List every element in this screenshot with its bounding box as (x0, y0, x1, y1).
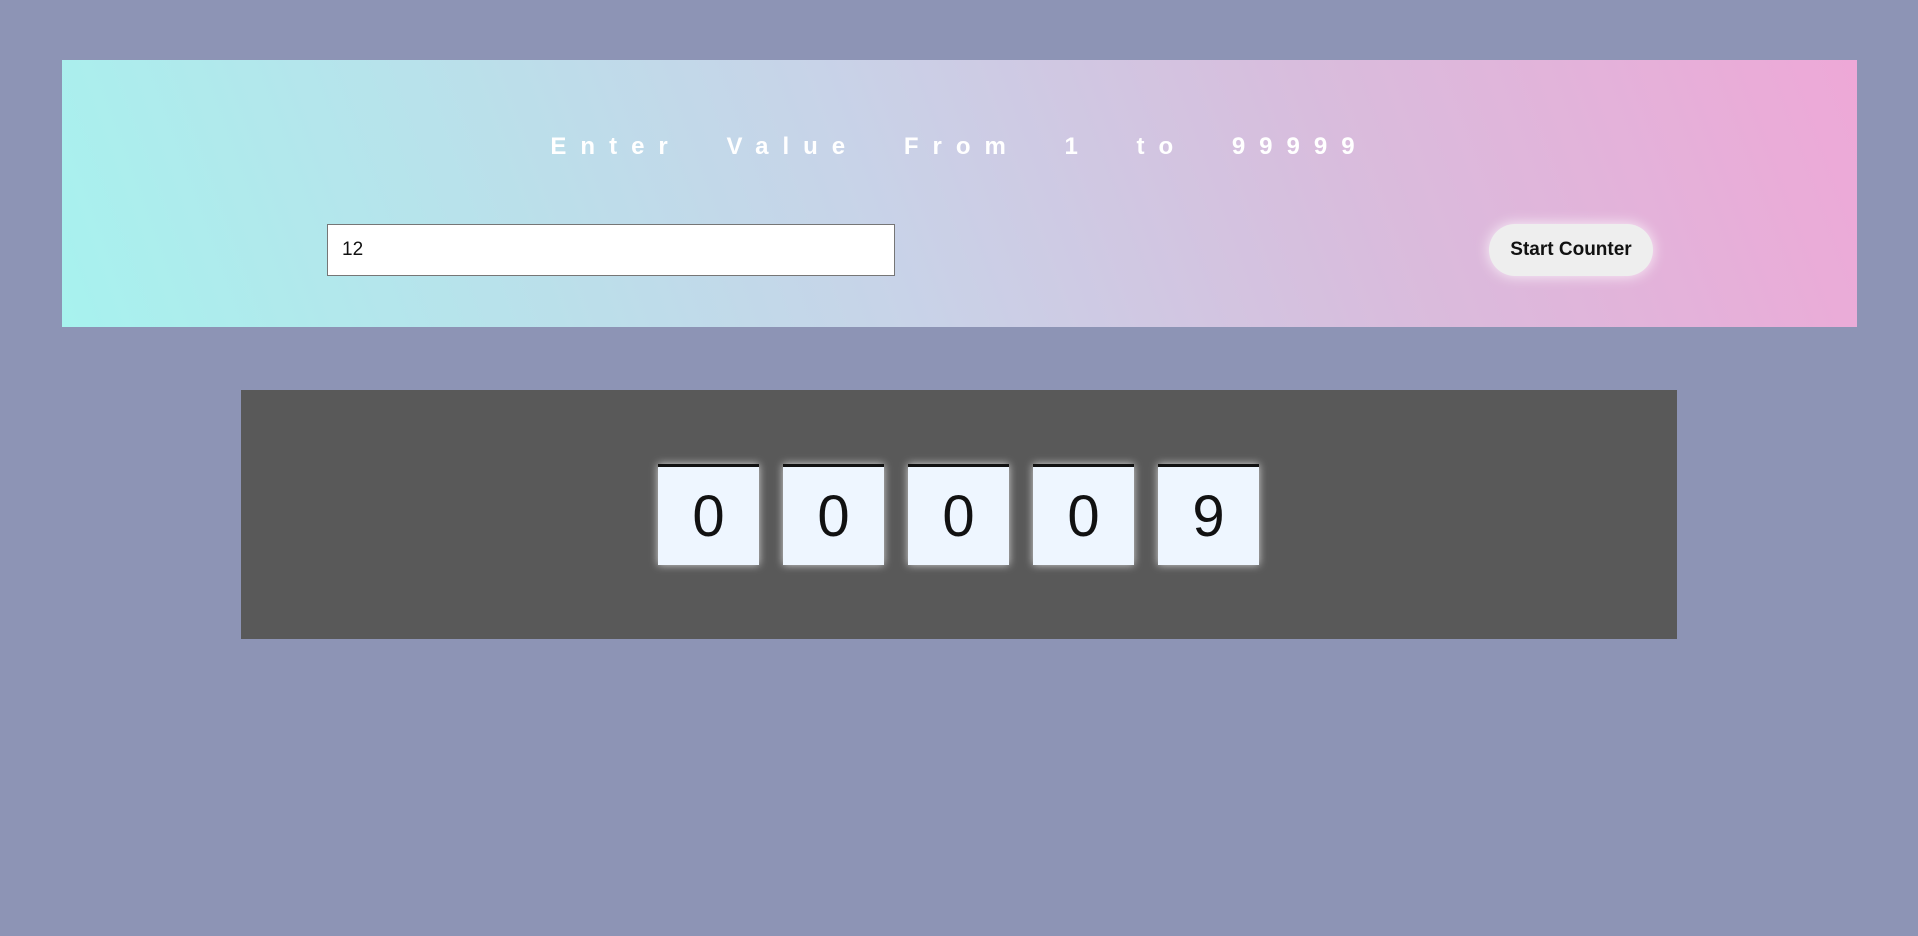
value-input[interactable] (327, 224, 895, 276)
digit-box: 0 (1033, 464, 1134, 565)
digit-box: 9 (1158, 464, 1259, 565)
counter-digits: 0 0 0 0 9 (658, 464, 1259, 565)
digit-box: 0 (908, 464, 1009, 565)
banner-title: Enter Value From 1 to 99999 (550, 133, 1369, 160)
input-banner: Enter Value From 1 to 99999 Start Counte… (62, 60, 1857, 327)
counter-panel: 0 0 0 0 9 (241, 390, 1677, 639)
digit-box: 0 (783, 464, 884, 565)
start-counter-button[interactable]: Start Counter (1489, 224, 1653, 276)
digit-box: 0 (658, 464, 759, 565)
